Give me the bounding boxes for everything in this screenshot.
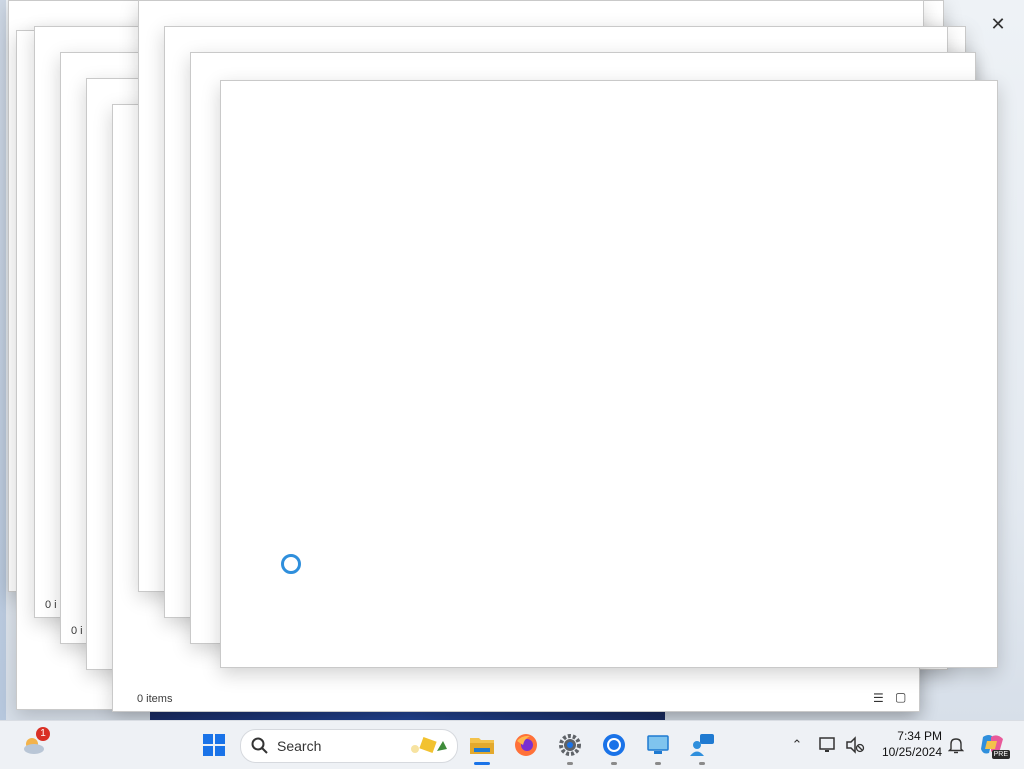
- running-indicator: [655, 762, 661, 765]
- chrome-icon: [603, 734, 625, 756]
- status-bar-item-count: 0 i: [71, 625, 83, 637]
- start-button[interactable]: [198, 729, 230, 761]
- chevron-up-icon: ⌃: [791, 737, 803, 752]
- search-highlight-icon: [411, 736, 447, 754]
- running-indicator: [567, 762, 573, 765]
- notifications-button[interactable]: [942, 729, 970, 761]
- clock-time: 7:34 PM: [897, 729, 942, 743]
- monitor-icon: [647, 735, 669, 754]
- network-monitor-icon: [819, 737, 835, 752]
- preview-badge: PRE: [991, 750, 1010, 759]
- taskbar-search[interactable]: Search: [240, 729, 458, 763]
- search-placeholder: Search: [277, 738, 322, 754]
- copilot-button[interactable]: PRE: [976, 729, 1010, 761]
- firefox-icon: [515, 734, 537, 756]
- notification-badge: 1: [36, 727, 50, 741]
- explorer-window-front[interactable]: [220, 80, 998, 668]
- file-explorer-button[interactable]: [466, 729, 498, 765]
- chrome-button[interactable]: [598, 729, 630, 765]
- running-indicator: [699, 762, 705, 765]
- clock[interactable]: 7:34 PM 10/25/2024: [872, 729, 942, 761]
- running-indicator: [611, 762, 617, 765]
- details-view-icon[interactable]: ☰: [873, 691, 884, 705]
- status-bar-item-count: 0 i: [45, 599, 57, 611]
- chat-person-icon: [690, 734, 714, 756]
- wallpaper-edge: [0, 0, 6, 720]
- tiles-view-icon[interactable]: ▢: [895, 690, 906, 704]
- taskbar: 1 Search ⌃ 7:34 PM 10/25/2024 PRE: [0, 720, 1024, 769]
- settings-button[interactable]: [554, 729, 586, 765]
- speaker-muted-icon: [846, 736, 865, 754]
- weather-widget[interactable]: 1: [18, 727, 50, 761]
- gear-icon: [559, 734, 581, 756]
- remote-desktop-button[interactable]: [642, 729, 674, 765]
- status-bar-item-count: 0 items: [137, 693, 173, 705]
- folder-icon: [470, 738, 494, 754]
- close-icon[interactable]: ✕: [988, 14, 1008, 34]
- firefox-button[interactable]: [510, 729, 542, 761]
- clock-date: 10/25/2024: [881, 745, 942, 759]
- bell-icon: [948, 738, 964, 754]
- volume-button[interactable]: [840, 729, 870, 761]
- active-indicator: [474, 762, 490, 765]
- show-hidden-icons-button[interactable]: ⌃: [782, 729, 812, 761]
- loading-spinner-icon: [281, 554, 301, 574]
- feedback-hub-button[interactable]: [686, 729, 718, 765]
- windows-logo-icon: [203, 734, 225, 756]
- search-icon: [251, 737, 269, 755]
